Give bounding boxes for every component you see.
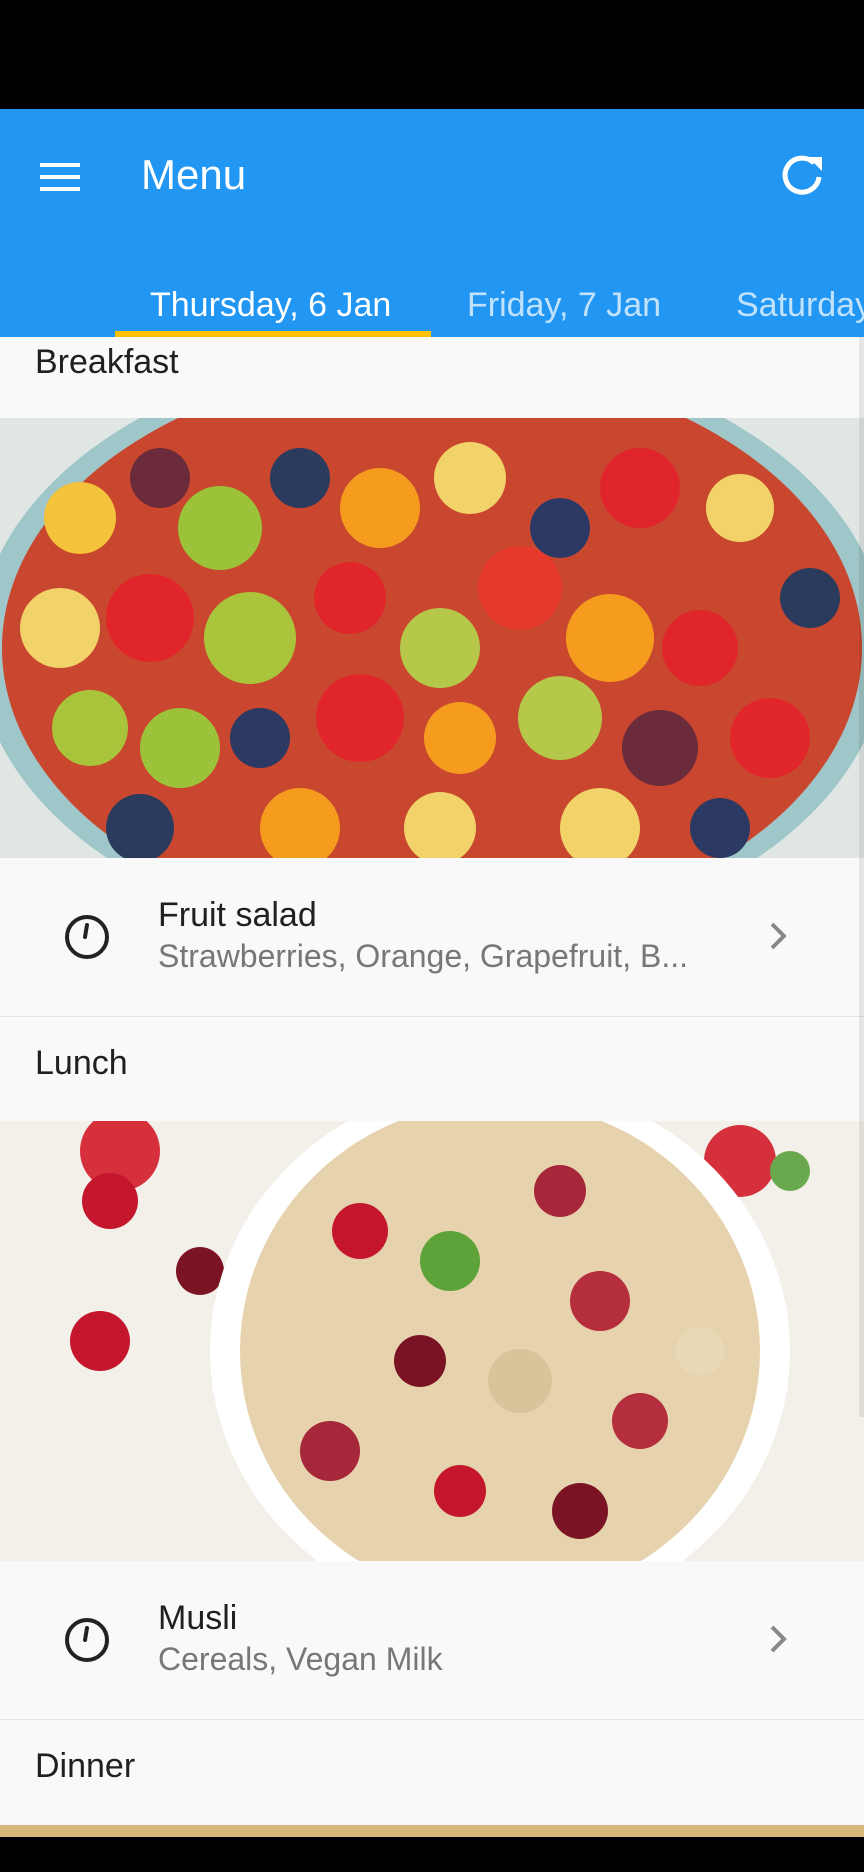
hamburger-menu-icon[interactable] bbox=[36, 153, 84, 201]
status-bar bbox=[0, 0, 864, 109]
clock-icon bbox=[62, 1615, 112, 1665]
section-title-lunch: Lunch bbox=[35, 1044, 128, 1082]
menu-list[interactable]: Breakfast Fruit salad Strawberries, Oran… bbox=[0, 337, 864, 1837]
app-bar: Menu Thursday, 6 Jan Friday, 7 Jan Satur… bbox=[0, 109, 864, 337]
meal-row-musli[interactable]: Musli Cereals, Vegan Milk bbox=[0, 1561, 864, 1720]
meal-description: Strawberries, Orange, Grapefruit, B... bbox=[158, 938, 688, 974]
dinner-image[interactable] bbox=[0, 1825, 864, 1837]
refresh-icon[interactable] bbox=[774, 147, 830, 203]
chevron-right-icon bbox=[760, 1621, 796, 1657]
day-tabs: Thursday, 6 Jan Friday, 7 Jan Saturday bbox=[0, 277, 864, 337]
fruit-salad-image[interactable] bbox=[0, 418, 864, 858]
clock-icon bbox=[62, 912, 112, 962]
chevron-right-icon bbox=[760, 918, 796, 954]
tab-friday[interactable]: Friday, 7 Jan bbox=[467, 277, 661, 337]
meal-description: Cereals, Vegan Milk bbox=[158, 1641, 443, 1677]
section-title-breakfast: Breakfast bbox=[35, 343, 179, 381]
scrollbar[interactable] bbox=[859, 337, 864, 1417]
tab-thursday[interactable]: Thursday, 6 Jan bbox=[150, 277, 391, 337]
meal-name: Fruit salad bbox=[158, 896, 317, 934]
meal-name: Musli bbox=[158, 1599, 238, 1637]
musli-image[interactable] bbox=[0, 1121, 864, 1561]
tab-saturday[interactable]: Saturday bbox=[736, 277, 864, 337]
navigation-bar bbox=[0, 1837, 864, 1872]
page-title: Menu bbox=[141, 151, 247, 198]
meal-row-fruit-salad[interactable]: Fruit salad Strawberries, Orange, Grapef… bbox=[0, 858, 864, 1017]
section-title-dinner: Dinner bbox=[35, 1747, 136, 1785]
